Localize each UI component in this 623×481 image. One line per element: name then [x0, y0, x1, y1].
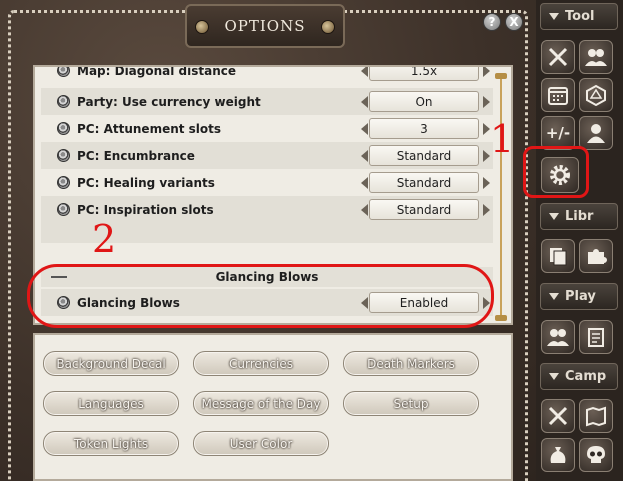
toolbar-section-libr[interactable]: Libr — [540, 203, 618, 230]
puzzle-icon[interactable] — [579, 239, 613, 273]
option-value[interactable]: 3 — [369, 118, 479, 139]
option-label: Map: Diagonal distance — [77, 65, 237, 78]
option-row: Map: Diagonal distance 1.5x — [41, 65, 493, 84]
treasure-icon[interactable] — [541, 438, 575, 472]
next-value-arrow-icon[interactable] — [483, 149, 490, 162]
options-window: OPTIONS ? X Map: Diagonal distance 1.5x … — [0, 0, 536, 481]
setup-button[interactable]: Setup — [343, 391, 479, 416]
toolbar-section-tool[interactable]: Tool — [540, 3, 618, 30]
help-button[interactable]: ? — [483, 13, 501, 31]
section-label: Tool — [565, 9, 595, 24]
character-icon[interactable] — [579, 116, 613, 150]
option-value[interactable]: Standard — [369, 145, 479, 166]
annotation-highlight-gear — [523, 146, 589, 198]
option-radio-icon[interactable] — [57, 122, 70, 135]
rivet-icon — [195, 20, 209, 34]
expand-triangle-icon — [549, 293, 559, 300]
option-radio-icon[interactable] — [57, 67, 70, 77]
map-icon[interactable] — [579, 399, 613, 433]
next-value-arrow-icon[interactable] — [483, 95, 490, 108]
window-title-bar[interactable]: OPTIONS — [185, 4, 345, 48]
modifier-icon[interactable]: +/- — [541, 116, 575, 150]
skull-icon[interactable] — [579, 438, 613, 472]
next-value-arrow-icon[interactable] — [483, 67, 490, 77]
rivet-icon — [321, 20, 335, 34]
scroll-down-cap-icon[interactable] — [495, 315, 507, 321]
players-icon[interactable] — [541, 320, 575, 354]
next-value-arrow-icon[interactable] — [483, 176, 490, 189]
token-lights-button[interactable]: Token Lights — [43, 431, 179, 456]
previous-value-arrow-icon[interactable] — [361, 149, 368, 162]
previous-value-arrow-icon[interactable] — [361, 122, 368, 135]
next-value-arrow-icon[interactable] — [483, 203, 490, 216]
option-radio-icon[interactable] — [57, 176, 70, 189]
notes-icon[interactable] — [541, 239, 575, 273]
option-radio-icon[interactable] — [57, 95, 70, 108]
option-row: Party: Use currency weight On — [41, 88, 493, 115]
character-sheet-icon[interactable] — [579, 320, 613, 354]
previous-value-arrow-icon[interactable] — [361, 203, 368, 216]
list-scrollbar[interactable] — [495, 73, 507, 321]
section-label: Play — [565, 289, 596, 304]
toolbar-section-play[interactable]: Play — [540, 283, 618, 310]
party-icon[interactable] — [579, 40, 613, 74]
next-value-arrow-icon[interactable] — [483, 122, 490, 135]
option-value[interactable]: Standard — [369, 172, 479, 193]
option-row: PC: Healing variants Standard — [41, 169, 493, 196]
option-label: Party: Use currency weight — [77, 94, 261, 109]
section-label: Camp — [565, 369, 607, 384]
user-color-button[interactable]: User Color — [193, 431, 329, 456]
option-label: PC: Attunement slots — [77, 121, 222, 136]
combat-icon[interactable] — [541, 399, 575, 433]
option-label: PC: Inspiration slots — [77, 202, 214, 217]
calendar-icon[interactable] — [541, 78, 575, 112]
scroll-track[interactable] — [500, 79, 502, 315]
background-decal-button[interactable]: Background Decal — [43, 351, 179, 376]
previous-value-arrow-icon[interactable] — [361, 67, 368, 77]
right-toolbar: Tool +/- Libr Play Camp — [536, 0, 623, 481]
annotation-number-2: 2 — [92, 217, 117, 261]
option-value[interactable]: 1.5x — [369, 67, 479, 81]
expand-triangle-icon — [549, 13, 559, 20]
message-of-the-day-button[interactable]: Message of the Day — [193, 391, 329, 416]
death-markers-button[interactable]: Death Markers — [343, 351, 479, 376]
expand-triangle-icon — [549, 373, 559, 380]
option-row: PC: Attunement slots 3 — [41, 115, 493, 142]
options-buttons-panel: Background Decal Currencies Death Marker… — [33, 333, 513, 481]
annotation-highlight-glancing-blows — [27, 264, 494, 328]
annotation-number-1: 1 — [490, 117, 515, 161]
option-value[interactable]: Standard — [369, 199, 479, 220]
option-row: PC: Encumbrance Standard — [41, 142, 493, 169]
expand-triangle-icon — [549, 213, 559, 220]
toolbar-section-camp[interactable]: Camp — [540, 363, 618, 390]
option-label: PC: Healing variants — [77, 175, 215, 190]
section-label: Libr — [565, 209, 594, 224]
d20-dice-icon[interactable] — [579, 78, 613, 112]
window-title: OPTIONS — [224, 17, 306, 35]
languages-button[interactable]: Languages — [43, 391, 179, 416]
previous-value-arrow-icon[interactable] — [361, 176, 368, 189]
currencies-button[interactable]: Currencies — [193, 351, 329, 376]
option-label: PC: Encumbrance — [77, 148, 195, 163]
option-radio-icon[interactable] — [57, 149, 70, 162]
previous-value-arrow-icon[interactable] — [361, 95, 368, 108]
option-value[interactable]: On — [369, 91, 479, 112]
crossed-swords-icon[interactable] — [541, 40, 575, 74]
close-button[interactable]: X — [505, 13, 523, 31]
option-radio-icon[interactable] — [57, 203, 70, 216]
